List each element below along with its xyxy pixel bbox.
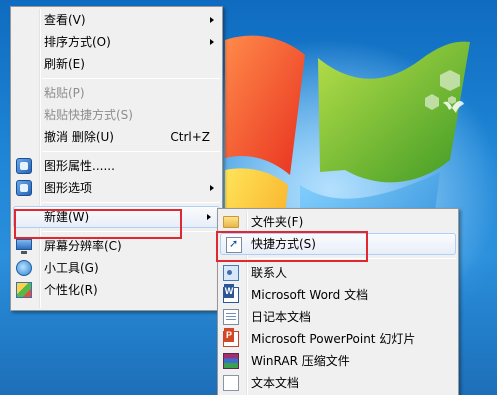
submenu-arrow-icon [210, 185, 214, 191]
graphics-icon [16, 180, 32, 196]
menu-item-personalize[interactable]: 个性化(R) [11, 279, 222, 301]
gadget-icon [16, 260, 32, 276]
menu-item-view[interactable]: 查看(V) [11, 9, 222, 31]
highlight-box-shortcut [216, 231, 368, 262]
monitor-icon [16, 239, 32, 254]
menu-item-graphics-options[interactable]: 图形选项 [11, 177, 222, 199]
submenu-item-folder[interactable]: 文件夹(F) [218, 211, 458, 233]
menu-item-refresh[interactable]: 刷新(E) [11, 53, 222, 75]
menu-item-label: 文件夹(F) [251, 215, 304, 229]
menu-item-label: WinRAR 压缩文件 [251, 354, 350, 368]
menu-item-undo-delete[interactable]: 撤消 删除(U) Ctrl+Z [11, 126, 222, 148]
menu-item-shortcut: Ctrl+Z [170, 130, 210, 144]
submenu-arrow-icon [207, 214, 211, 220]
menu-separator [42, 202, 220, 203]
menu-item-label: 排序方式(O) [44, 35, 111, 49]
menu-item-label: 小工具(G) [44, 261, 99, 275]
highlight-box-new [14, 209, 182, 239]
folder-icon [223, 216, 239, 228]
submenu-arrow-icon [210, 17, 214, 23]
menu-item-graphics-properties[interactable]: 图形属性...... [11, 155, 222, 177]
menu-item-label: 粘贴快捷方式(S) [44, 108, 133, 122]
powerpoint-icon [223, 328, 239, 347]
winrar-icon [223, 353, 239, 369]
contact-icon [223, 265, 239, 281]
desktop-context-menu: 查看(V) 排序方式(O) 刷新(E) 粘贴(P) 粘贴快捷方式(S) 撤消 删… [10, 6, 223, 311]
menu-item-label: Microsoft Word 文档 [251, 288, 369, 302]
menu-item-label: Microsoft PowerPoint 幻灯片 [251, 332, 416, 346]
menu-item-label: 屏幕分辨率(C) [44, 239, 122, 253]
text-document-icon [223, 375, 239, 391]
menu-item-gadgets[interactable]: 小工具(G) [11, 257, 222, 279]
menu-item-label: 联系人 [251, 266, 288, 280]
menu-item-paste[interactable]: 粘贴(P) [11, 82, 222, 104]
menu-item-label: 个性化(R) [44, 283, 98, 297]
word-icon [223, 284, 239, 303]
submenu-item-text-document[interactable]: 文本文档 [218, 372, 458, 394]
menu-item-label: 图形选项 [44, 181, 93, 195]
menu-item-label: 刷新(E) [44, 57, 85, 71]
menu-item-paste-shortcut[interactable]: 粘贴快捷方式(S) [11, 104, 222, 126]
menu-separator [42, 151, 220, 152]
menu-item-label: 查看(V) [44, 13, 86, 27]
submenu-item-powerpoint[interactable]: Microsoft PowerPoint 幻灯片 [218, 328, 458, 350]
submenu-item-word-document[interactable]: Microsoft Word 文档 [218, 284, 458, 306]
menu-item-label: 日记本文档 [251, 310, 312, 324]
submenu-item-winrar-archive[interactable]: WinRAR 压缩文件 [218, 350, 458, 372]
menu-item-label: 图形属性...... [44, 159, 115, 173]
menu-item-label: 撤消 删除(U) [44, 130, 114, 144]
personalize-icon [16, 282, 32, 298]
submenu-item-journal-document[interactable]: 日记本文档 [218, 306, 458, 328]
menu-item-label: 文本文档 [251, 376, 300, 390]
submenu-arrow-icon [210, 39, 214, 45]
journal-icon [223, 309, 239, 325]
submenu-item-contact[interactable]: 联系人 [218, 262, 458, 284]
menu-separator [42, 78, 220, 79]
graphics-icon [16, 158, 32, 174]
menu-item-label: 粘贴(P) [44, 86, 85, 100]
menu-item-sort-by[interactable]: 排序方式(O) [11, 31, 222, 53]
